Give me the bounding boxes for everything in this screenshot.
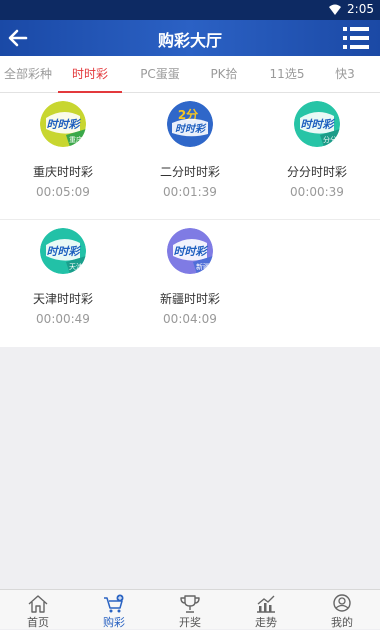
- lottery-name: 新疆时时彩: [159, 292, 220, 306]
- lottery-countdown: 00:01:39: [163, 185, 217, 199]
- tianjin-ssc-logo-icon: 时时彩 天津: [40, 228, 86, 274]
- lottery-countdown: 00:00:39: [290, 185, 344, 199]
- cart-icon: [104, 594, 124, 613]
- lottery-name: 分分时时彩: [286, 165, 347, 179]
- lottery-item-tianjin[interactable]: 时时彩 天津 天津时时彩 00:00:49: [0, 220, 126, 346]
- lottery-item-erfen[interactable]: 2分 时时彩 二分时时彩 00:01:39: [127, 93, 253, 219]
- svg-text:分分: 分分: [323, 135, 337, 144]
- lottery-countdown: 00:04:09: [163, 312, 217, 326]
- lottery-name: 二分时时彩: [159, 165, 220, 179]
- tab-pk10[interactable]: PK拾: [194, 56, 254, 93]
- xinjiang-ssc-logo-icon: 时时彩 新疆: [167, 228, 213, 274]
- lottery-name: 天津时时彩: [32, 292, 93, 306]
- list-menu-icon[interactable]: [342, 24, 370, 52]
- lottery-item-xinjiang[interactable]: 时时彩 新疆 新疆时时彩 00:04:09: [127, 220, 253, 346]
- lottery-countdown: 00:00:49: [36, 312, 90, 326]
- lottery-countdown: 00:05:09: [36, 185, 90, 199]
- tab-pc-egg[interactable]: PC蛋蛋: [128, 56, 192, 93]
- user-icon: [333, 594, 351, 612]
- nav-label: 首页: [27, 616, 49, 629]
- tab-all[interactable]: 全部彩种: [0, 56, 56, 93]
- nav-trend[interactable]: 走势: [228, 590, 304, 630]
- nav-draw[interactable]: 开奖: [152, 590, 228, 630]
- chongqing-ssc-logo-icon: 时时彩 重庆: [40, 101, 86, 147]
- nav-label: 开奖: [179, 616, 201, 629]
- nav-home[interactable]: 首页: [0, 590, 76, 630]
- page-title: 购彩大厅: [157, 31, 222, 50]
- lottery-category-tabs: 全部彩种 时时彩 PC蛋蛋 PK拾 11选5 快3: [0, 56, 380, 93]
- svg-text:时时彩: 时时彩: [47, 245, 82, 258]
- tab-k3[interactable]: 快3: [322, 56, 368, 93]
- lottery-grid: 时时彩 重庆 重庆时时彩 00:05:09 2分 时时彩 二分时时彩 00:01…: [0, 93, 380, 347]
- nav-label: 购彩: [103, 616, 125, 629]
- bottom-navigation: 首页 购彩 开奖 走势 我的: [0, 589, 380, 629]
- nav-buy[interactable]: 购彩: [76, 590, 152, 630]
- app-header: 购彩大厅: [0, 20, 380, 56]
- nav-mine[interactable]: 我的: [304, 590, 380, 630]
- tab-11x5[interactable]: 11选5: [258, 56, 316, 93]
- erfen-ssc-logo-icon: 2分 时时彩: [167, 101, 213, 147]
- nav-label: 我的: [331, 616, 353, 629]
- lottery-item-fenfen[interactable]: 时时彩 分分 分分时时彩 00:00:39: [254, 93, 380, 219]
- svg-text:天津: 天津: [69, 263, 83, 271]
- svg-text:时时彩: 时时彩: [175, 123, 207, 135]
- trophy-icon: [180, 595, 200, 613]
- nav-label: 走势: [255, 616, 277, 629]
- svg-text:时时彩: 时时彩: [301, 118, 336, 131]
- svg-text:时时彩: 时时彩: [174, 245, 209, 258]
- svg-text:新疆: 新疆: [196, 262, 210, 271]
- home-icon: [28, 595, 48, 613]
- lottery-item-chongqing[interactable]: 时时彩 重庆 重庆时时彩 00:05:09: [0, 93, 126, 219]
- status-time: 2:05: [347, 2, 374, 16]
- wifi-icon: [329, 4, 341, 15]
- fenfen-ssc-logo-icon: 时时彩 分分: [294, 101, 340, 147]
- trend-chart-icon: [257, 595, 275, 613]
- svg-text:重庆: 重庆: [69, 135, 83, 144]
- lottery-name: 重庆时时彩: [32, 165, 93, 179]
- svg-text:时时彩: 时时彩: [47, 118, 82, 131]
- tab-ssc[interactable]: 时时彩: [58, 56, 122, 93]
- status-bar: 2:05: [0, 0, 380, 20]
